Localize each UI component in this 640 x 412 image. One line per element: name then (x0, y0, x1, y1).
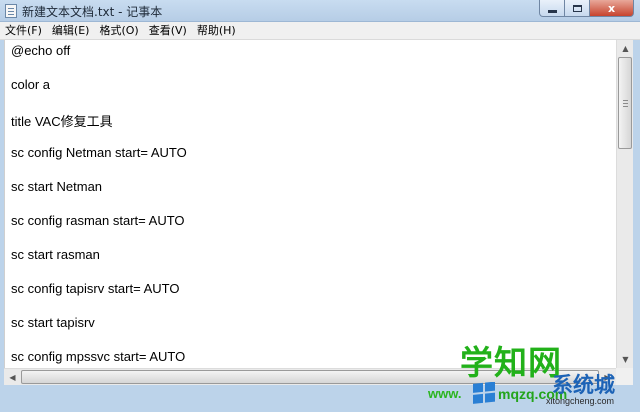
window-bottom-frame (0, 385, 640, 412)
notepad-icon[interactable] (5, 4, 17, 18)
minimize-button[interactable] (539, 0, 565, 17)
menu-view[interactable]: 查看(V) (144, 22, 192, 40)
text-line: sc start Netman (11, 179, 103, 194)
menu-format[interactable]: 格式(O) (94, 22, 143, 40)
text-line: sc config Netman start= AUTO (11, 145, 187, 160)
vertical-scroll-thumb[interactable] (618, 57, 632, 149)
menu-help[interactable]: 帮助(H) (192, 22, 241, 40)
vertical-scrollbar[interactable]: ▲ ▼ (616, 40, 633, 368)
text-line: sc config tapisrv start= AUTO (11, 281, 180, 296)
scroll-down-arrow-icon[interactable]: ▼ (617, 351, 634, 368)
text-line: title VAC修复工具 (11, 114, 113, 129)
grip-line (623, 103, 628, 104)
close-icon: x (607, 1, 616, 15)
close-button[interactable]: x (590, 0, 634, 17)
grip-line (623, 100, 628, 101)
menu-edit[interactable]: 编辑(E) (47, 22, 95, 40)
window-controls: x (539, 0, 634, 18)
text-line: @echo off (11, 43, 71, 58)
grip-line (623, 106, 628, 107)
horizontal-scroll-thumb[interactable] (21, 370, 599, 384)
scroll-right-arrow-icon[interactable]: ▶ (599, 369, 616, 386)
maximize-icon (572, 4, 582, 12)
horizontal-scrollbar[interactable]: ◀ ▶ (4, 368, 616, 385)
maximize-button[interactable] (565, 0, 590, 17)
window-title: 新建文本文档.txt - 记事本 (22, 5, 163, 19)
menu-bar: 文件(F) 编辑(E) 格式(O) 查看(V) 帮助(H) (0, 22, 640, 40)
text-line: sc config rasman start= AUTO (11, 213, 185, 228)
text-line: color a (11, 77, 51, 92)
scrollbar-corner (616, 368, 633, 385)
menu-file[interactable]: 文件(F) (0, 22, 47, 40)
text-line: sc start tapisrv (11, 315, 95, 330)
text-line: sc config mpssvc start= AUTO (11, 349, 186, 364)
scroll-up-arrow-icon[interactable]: ▲ (617, 40, 634, 57)
text-editor[interactable]: @echo off color a title VAC修复工具 sc confi… (4, 40, 616, 368)
title-bar[interactable]: 新建文本文档.txt - 记事本 x (0, 0, 640, 22)
minimize-icon (547, 9, 557, 13)
notepad-window: 新建文本文档.txt - 记事本 x 文件(F) 编辑(E) 格式(O) 查看(… (0, 0, 640, 412)
text-line: sc start rasman (11, 247, 100, 262)
scroll-left-arrow-icon[interactable]: ◀ (4, 369, 21, 386)
